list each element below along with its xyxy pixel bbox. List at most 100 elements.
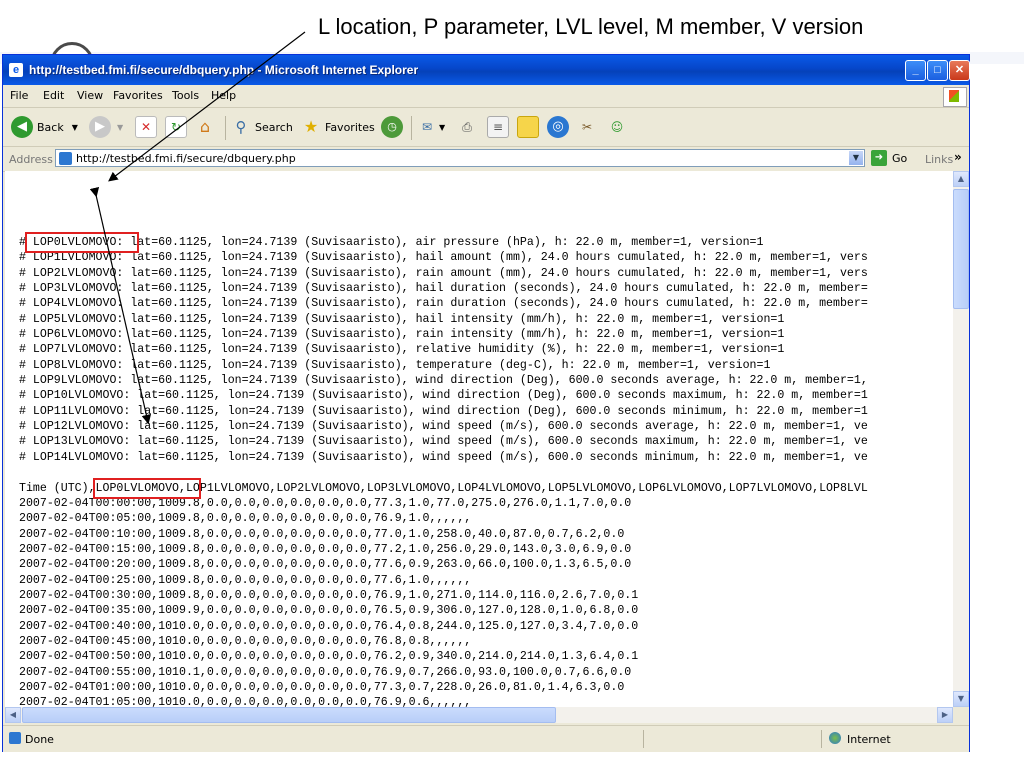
edit-button[interactable]: ≡ [487, 114, 509, 140]
go-arrow-icon: ➜ [871, 150, 887, 166]
security-zone: Internet [847, 733, 891, 746]
menu-file[interactable]: File [10, 89, 28, 102]
maximize-button[interactable]: □ [927, 60, 948, 81]
data-row: 2007-02-04T01:00:00,1010.0,0.0,0.0,0.0,0… [19, 681, 625, 695]
data-row: 2007-02-04T00:35:00,1009.9,0.0,0.0,0.0,0… [19, 604, 639, 618]
header-line: # LOP11LVLOMOVO: lat=60.1125, lon=24.713… [19, 404, 868, 418]
header-line: # LOP5LVLOMOVO: lat=60.1125, lon=24.7139… [19, 312, 785, 326]
globe-icon: ◎ [547, 116, 569, 138]
menu-bar: File Edit View Favorites Tools Help [3, 85, 969, 108]
search-button[interactable]: ⚲ Search [231, 114, 293, 140]
history-button[interactable]: ◷ [381, 114, 403, 140]
stop-icon: ✕ [135, 116, 157, 138]
data-row: 2007-02-04T00:20:00,1009.8,0.0,0.0,0.0,0… [19, 558, 632, 572]
vertical-scroll-thumb[interactable] [953, 189, 969, 309]
favorites-button[interactable]: ★ Favorites [301, 114, 375, 140]
minimize-button[interactable]: _ [905, 60, 926, 81]
go-button[interactable]: ➜ Go [871, 150, 907, 166]
favorites-label: Favorites [325, 120, 375, 134]
data-row: 2007-02-04T00:45:00,1010.0,0.0,0.0,0.0,0… [19, 635, 472, 649]
back-arrow-icon: ◀ [11, 116, 33, 138]
menu-edit[interactable]: Edit [43, 89, 64, 102]
address-bar: Address http://testbed.fmi.fi/secure/dbq… [3, 147, 969, 172]
standard-toolbar: ◀ Back ▼ ▶ ▼ ✕ ↻ ⌂ ⚲ Search ★ Favorites … [3, 108, 969, 147]
home-button[interactable]: ⌂ [195, 114, 215, 140]
go-label: Go [892, 151, 908, 165]
star-icon: ★ [303, 117, 319, 136]
address-url: http://testbed.fmi.fi/secure/dbquery.php [76, 152, 296, 165]
print-icon: ⎙ [462, 120, 472, 134]
status-text: Done [25, 733, 54, 746]
ie-page-icon: e [9, 63, 23, 77]
minimize-icon: _ [912, 64, 919, 76]
chevron-down-icon[interactable]: ▼ [849, 151, 863, 165]
horizontal-scrollbar[interactable]: ◀ ▶ [5, 707, 953, 723]
scroll-left-icon[interactable]: ◀ [5, 707, 21, 723]
header-line: # LOP9LVLOMOVO: lat=60.1125, lon=24.7139… [19, 374, 868, 388]
parameter-header-lines: # LOP0LVLOMOVO: lat=60.1125, lon=24.7139… [19, 235, 868, 465]
data-row: 2007-02-04T00:10:00,1009.8,0.0,0.0,0.0,0… [19, 527, 625, 541]
search-icon: ⚲ [235, 118, 247, 136]
stop-button[interactable]: ✕ [135, 114, 157, 140]
scroll-down-icon[interactable]: ▼ [953, 691, 969, 707]
back-button[interactable]: ◀ Back ▼ [11, 114, 78, 140]
research-button[interactable]: ✂ [577, 114, 597, 140]
scroll-up-icon[interactable]: ▲ [953, 171, 969, 187]
internet-zone-icon [829, 732, 841, 744]
forward-arrow-icon: ▶ [89, 116, 111, 138]
data-row: 2007-02-04T01:05:00,1010.0,0.0,0.0,0.0,0… [19, 696, 472, 707]
vertical-scrollbar[interactable]: ▲ ▼ [953, 171, 969, 707]
back-label: Back [37, 120, 64, 134]
mail-button[interactable]: ✉ ▼ [417, 114, 445, 140]
menu-tools[interactable]: Tools [172, 89, 199, 102]
menu-view[interactable]: View [77, 89, 103, 102]
menu-help[interactable]: Help [211, 89, 236, 102]
mail-dropdown-icon[interactable]: ▼ [439, 123, 445, 132]
data-row: 2007-02-04T00:15:00,1009.8,0.0,0.0,0.0,0… [19, 543, 632, 557]
messenger-people-button[interactable]: ☺ [607, 114, 627, 140]
browser-window: e http://testbed.fmi.fi/secure/dbquery.p… [2, 54, 970, 752]
home-icon: ⌂ [199, 117, 211, 136]
discuss-button[interactable] [517, 114, 539, 140]
edit-icon: ≡ [487, 116, 509, 138]
header-line: # LOP8LVLOMOVO: lat=60.1125, lon=24.7139… [19, 358, 771, 372]
header-line: # LOP7LVLOMOVO: lat=60.1125, lon=24.7139… [19, 343, 785, 357]
header-line: # LOP6LVLOMOVO: lat=60.1125, lon=24.7139… [19, 328, 785, 342]
forward-button[interactable]: ▶ ▼ [89, 114, 123, 140]
header-line: # LOP3LVLOMOVO: lat=60.1125, lon=24.7139… [19, 282, 868, 296]
page-done-icon [9, 732, 21, 744]
maximize-icon: □ [934, 64, 941, 76]
close-icon: ✕ [954, 64, 965, 76]
status-divider [821, 730, 822, 748]
menu-favorites[interactable]: Favorites [113, 89, 163, 102]
mail-icon: ✉ [421, 120, 433, 134]
header-line: # LOP13LVLOMOVO: lat=60.1125, lon=24.713… [19, 435, 868, 449]
address-input[interactable]: http://testbed.fmi.fi/secure/dbquery.php… [55, 149, 865, 167]
status-divider [643, 730, 644, 748]
header-line: # LOP14LVLOMOVO: lat=60.1125, lon=24.713… [19, 450, 868, 464]
history-icon: ◷ [381, 116, 403, 138]
data-row: 2007-02-04T00:50:00,1010.0,0.0,0.0,0.0,0… [19, 650, 639, 664]
print-button[interactable]: ⎙ [457, 114, 477, 140]
data-rows: 2007-02-04T00:00:00,1009.8,0.0,0.0,0.0,0… [19, 496, 638, 707]
highlight-box-column [93, 478, 201, 499]
header-line: # LOP2LVLOMOVO: lat=60.1125, lon=24.7139… [19, 266, 868, 280]
messenger-button[interactable]: ◎ [547, 114, 569, 140]
data-row: 2007-02-04T00:25:00,1009.8,0.0,0.0,0.0,0… [19, 573, 472, 587]
toolbar-separator [411, 116, 412, 140]
header-line: # LOP10LVLOMOVO: lat=60.1125, lon=24.713… [19, 389, 868, 403]
links-chevron-icon[interactable]: » [954, 150, 962, 164]
page-content: # LOP0LVLOMOVO: lat=60.1125, lon=24.7139… [5, 171, 953, 707]
header-line: # LOP1LVLOMOVO: lat=60.1125, lon=24.7139… [19, 251, 868, 265]
scroll-right-icon[interactable]: ▶ [937, 707, 953, 723]
data-row: 2007-02-04T00:05:00,1009.8,0.0,0.0,0.0,0… [19, 512, 472, 526]
back-dropdown-icon[interactable]: ▼ [72, 123, 78, 132]
horizontal-scroll-thumb[interactable] [22, 707, 556, 723]
refresh-button[interactable]: ↻ [165, 114, 187, 140]
window-title: http://testbed.fmi.fi/secure/dbquery.php… [29, 63, 419, 77]
address-label: Address [9, 153, 53, 166]
links-label[interactable]: Links [925, 153, 953, 166]
title-bar[interactable]: e http://testbed.fmi.fi/secure/dbquery.p… [3, 55, 970, 85]
forward-dropdown-icon[interactable]: ▼ [117, 123, 123, 132]
close-button[interactable]: ✕ [949, 60, 970, 81]
